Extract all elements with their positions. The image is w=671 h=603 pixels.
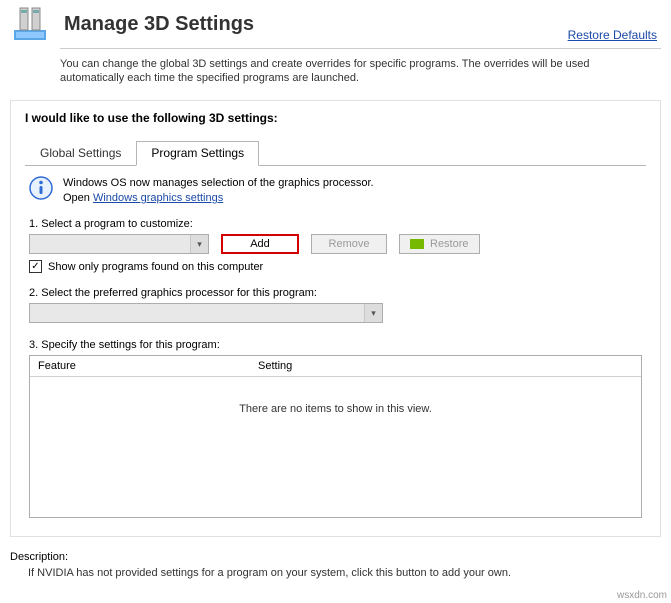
tab-global-settings[interactable]: Global Settings [25, 141, 136, 165]
remove-button: Remove [311, 234, 387, 254]
restore-button: Restore [399, 234, 480, 254]
description-body: If NVIDIA has not provided settings for … [28, 567, 661, 579]
show-only-found-label: Show only programs found on this compute… [48, 261, 263, 273]
intro-text: You can change the global 3D settings an… [0, 49, 671, 94]
description-label: Description: [10, 551, 661, 563]
add-button[interactable]: Add [221, 234, 299, 254]
processor-select[interactable]: ▾ [29, 303, 383, 323]
tab-program-settings[interactable]: Program Settings [136, 141, 259, 166]
chevron-down-icon: ▾ [364, 304, 382, 322]
info-text: Windows OS now manages selection of the … [63, 176, 374, 207]
column-feature[interactable]: Feature [30, 356, 250, 376]
column-setting[interactable]: Setting [250, 356, 641, 376]
step2-label: 2. Select the preferred graphics process… [29, 287, 642, 299]
info-line: Windows OS now manages selection of the … [63, 177, 374, 189]
settings-panel: I would like to use the following 3D set… [10, 100, 661, 538]
program-select[interactable]: ▾ [29, 234, 209, 254]
info-icon [29, 176, 53, 200]
panel-heading: I would like to use the following 3D set… [25, 111, 646, 125]
show-only-found-checkbox[interactable]: ✓ [29, 260, 42, 273]
page-title: Manage 3D Settings [64, 13, 254, 36]
windows-graphics-settings-link[interactable]: Windows graphics settings [93, 192, 223, 204]
tabs: Global Settings Program Settings [25, 141, 646, 166]
step3-label: 3. Specify the settings for this program… [29, 339, 642, 351]
settings-table: Feature Setting There are no items to sh… [29, 355, 642, 518]
info-open: Open [63, 192, 93, 204]
settings-empty: There are no items to show in this view. [30, 377, 641, 517]
step1-label: 1. Select a program to customize: [29, 218, 642, 230]
chevron-down-icon: ▾ [190, 235, 208, 253]
restore-defaults-link[interactable]: Restore Defaults [568, 28, 657, 42]
nvidia-3d-icon [10, 4, 50, 44]
nvidia-icon [410, 239, 424, 249]
watermark: wsxdn.com [617, 590, 667, 601]
